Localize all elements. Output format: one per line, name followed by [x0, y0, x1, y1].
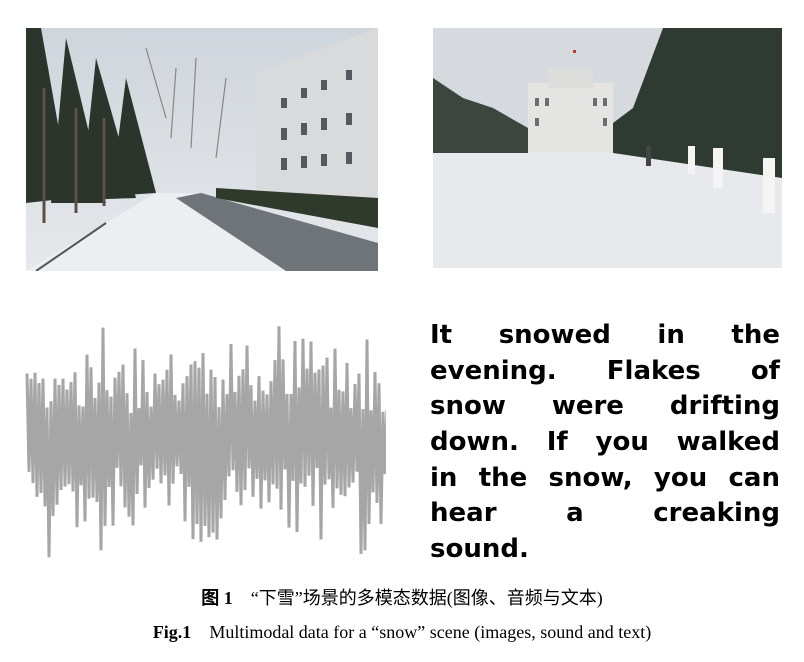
snowy-campus-photo	[433, 28, 782, 268]
caption-english: Fig.1 Multimodal data for a “snow” scene…	[0, 622, 804, 643]
caption-label: Fig.1	[152, 622, 192, 642]
text-line: down. If you walked	[430, 427, 780, 458]
sound-waveform	[25, 326, 386, 558]
caption-text: Multimodal data for a “snow” scene (imag…	[209, 622, 652, 642]
caption-label: 图 1	[201, 588, 233, 608]
text-line: in the snow, you can	[430, 462, 780, 493]
text-line: hear a creaking	[430, 498, 780, 529]
text-panel: It snowed in the evening. Flakes of snow…	[430, 318, 780, 568]
text-line: It snowed in the	[430, 320, 780, 350]
waveform-line	[25, 326, 386, 558]
text-line: evening. Flakes of	[430, 355, 780, 386]
text-line: snow were drifting	[430, 391, 780, 422]
caption-chinese: 图 1 “下雪”场景的多模态数据(图像、音频与文本)	[0, 584, 804, 610]
caption-text: “下雪”场景的多模态数据(图像、音频与文本)	[250, 588, 603, 608]
snowy-street-photo	[26, 28, 378, 271]
text-line: sound.	[430, 534, 529, 565]
